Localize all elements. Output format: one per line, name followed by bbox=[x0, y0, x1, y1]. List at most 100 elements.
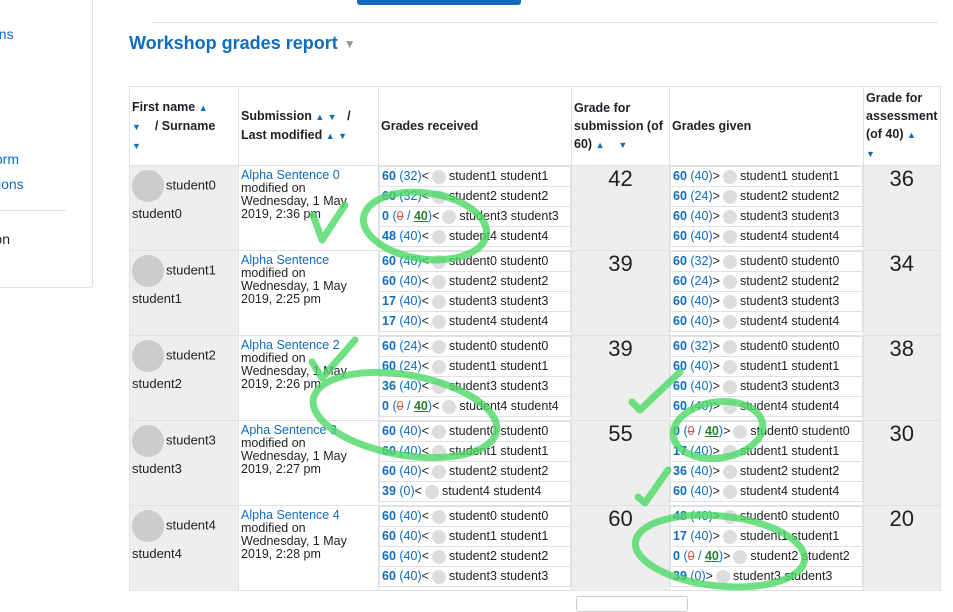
reviewer-name[interactable]: student3 student3 bbox=[449, 569, 548, 583]
reviewer-name[interactable]: student3 student3 bbox=[733, 569, 832, 583]
nav-item[interactable]: sions bbox=[0, 176, 92, 192]
reviewer-name[interactable]: student0 student0 bbox=[740, 339, 839, 353]
grade-value[interactable]: 0 bbox=[382, 399, 389, 413]
sort-desc-icon[interactable]: ▼ bbox=[132, 141, 141, 151]
reviewer-name[interactable]: student4 student4 bbox=[459, 399, 558, 413]
sort-desc-icon[interactable]: ▼ bbox=[338, 131, 347, 141]
grade-value[interactable]: 17 bbox=[382, 314, 396, 328]
reviewer-name[interactable]: student1 student1 bbox=[449, 444, 548, 458]
grade-value[interactable]: 60 bbox=[673, 189, 687, 203]
reviewer-name[interactable]: student2 student2 bbox=[750, 549, 849, 563]
reviewer-name[interactable]: student2 student2 bbox=[449, 189, 548, 203]
first-name[interactable]: student0 bbox=[166, 177, 216, 192]
last-name[interactable]: student2 bbox=[132, 376, 236, 391]
sort-asc-icon[interactable]: ▲ bbox=[596, 140, 605, 150]
avatar[interactable] bbox=[132, 510, 164, 542]
sort-first-name-link[interactable]: First name bbox=[132, 100, 195, 114]
reviewer-name[interactable]: student0 student0 bbox=[449, 254, 548, 268]
reviewer-name[interactable]: student2 student2 bbox=[740, 274, 839, 288]
reviewer-name[interactable]: student1 student1 bbox=[449, 169, 548, 183]
reviewer-name[interactable]: student1 student1 bbox=[449, 359, 548, 373]
sort-asc-icon[interactable]: ▲ bbox=[315, 112, 324, 122]
sort-grade-assessment-link[interactable]: Grade for assessment (of 40) bbox=[866, 91, 938, 141]
grade-value[interactable]: 60 bbox=[382, 339, 396, 353]
reviewer-name[interactable]: student0 student0 bbox=[740, 509, 839, 523]
grade-value[interactable]: 60 bbox=[382, 509, 396, 523]
avatar[interactable] bbox=[132, 340, 164, 372]
grade-value[interactable]: 60 bbox=[382, 464, 396, 478]
sort-desc-icon[interactable]: ▼ bbox=[618, 140, 627, 150]
nav-item[interactable]: ons bbox=[0, 26, 92, 42]
grade-value[interactable]: 60 bbox=[673, 359, 687, 373]
sort-desc-icon[interactable]: ▼ bbox=[132, 122, 141, 132]
overridden-grade[interactable]: 40 bbox=[705, 549, 719, 563]
reviewer-name[interactable]: student2 student2 bbox=[449, 274, 548, 288]
reviewer-name[interactable]: student3 student3 bbox=[459, 209, 558, 223]
first-name[interactable]: student3 bbox=[166, 432, 216, 447]
grade-value[interactable]: 60 bbox=[673, 294, 687, 308]
grade-value[interactable]: 60 bbox=[673, 314, 687, 328]
top-action-button[interactable] bbox=[357, 0, 521, 5]
grade-value[interactable]: 60 bbox=[382, 529, 396, 543]
reviewer-name[interactable]: student2 student2 bbox=[740, 464, 839, 478]
avatar[interactable] bbox=[132, 170, 164, 202]
overridden-grade[interactable]: 40 bbox=[705, 424, 719, 438]
chevron-down-icon[interactable]: ▼ bbox=[344, 37, 356, 51]
first-name[interactable]: student4 bbox=[166, 517, 216, 532]
submission-link[interactable]: Alpha Sentence 2 bbox=[241, 338, 340, 352]
reviewer-name[interactable]: student4 student4 bbox=[740, 229, 839, 243]
sort-asc-icon[interactable]: ▲ bbox=[326, 131, 335, 141]
last-name[interactable]: student1 bbox=[132, 291, 236, 306]
sort-last-modified-link[interactable]: Last modified bbox=[241, 128, 322, 142]
grade-value[interactable]: 60 bbox=[673, 484, 687, 498]
grade-value[interactable]: 39 bbox=[673, 569, 687, 583]
first-name[interactable]: student1 bbox=[166, 262, 216, 277]
reviewer-name[interactable]: student2 student2 bbox=[740, 189, 839, 203]
grade-value[interactable]: 60 bbox=[382, 189, 396, 203]
submission-link[interactable]: Alpha Sentence bbox=[241, 253, 329, 267]
grade-value[interactable]: 48 bbox=[382, 229, 396, 243]
grade-value[interactable]: 36 bbox=[673, 464, 687, 478]
grade-value[interactable]: 60 bbox=[673, 254, 687, 268]
first-name[interactable]: student2 bbox=[166, 347, 216, 362]
avatar[interactable] bbox=[132, 425, 164, 457]
grade-value[interactable]: 36 bbox=[382, 379, 396, 393]
reviewer-name[interactable]: student3 student3 bbox=[740, 209, 839, 223]
grade-value[interactable]: 39 bbox=[382, 484, 396, 498]
grade-value[interactable]: 60 bbox=[382, 274, 396, 288]
grade-value[interactable]: 0 bbox=[382, 209, 389, 223]
grade-value[interactable]: 0 bbox=[673, 549, 680, 563]
grade-value[interactable]: 60 bbox=[673, 379, 687, 393]
grade-value[interactable]: 60 bbox=[673, 229, 687, 243]
last-name[interactable]: student0 bbox=[132, 206, 236, 221]
grade-value[interactable]: 48 bbox=[673, 509, 687, 523]
reviewer-name[interactable]: student0 student0 bbox=[750, 424, 849, 438]
grade-value[interactable]: 17 bbox=[673, 444, 687, 458]
bottom-control[interactable] bbox=[576, 596, 688, 612]
grade-value[interactable]: 60 bbox=[382, 359, 396, 373]
reviewer-name[interactable]: student0 student0 bbox=[449, 509, 548, 523]
reviewer-name[interactable]: student4 student4 bbox=[442, 484, 541, 498]
grade-value[interactable]: 60 bbox=[382, 569, 396, 583]
overridden-grade[interactable]: 40 bbox=[414, 399, 428, 413]
reviewer-name[interactable]: student3 student3 bbox=[740, 379, 839, 393]
reviewer-name[interactable]: student0 student0 bbox=[449, 339, 548, 353]
grade-value[interactable]: 17 bbox=[673, 529, 687, 543]
sort-desc-icon[interactable]: ▼ bbox=[328, 112, 337, 122]
avatar[interactable] bbox=[132, 255, 164, 287]
reviewer-name[interactable]: student4 student4 bbox=[740, 484, 839, 498]
last-name[interactable]: student4 bbox=[132, 546, 236, 561]
reviewer-name[interactable]: student3 student3 bbox=[740, 294, 839, 308]
submission-link[interactable]: Alpha Sentence 4 bbox=[241, 508, 340, 522]
report-title[interactable]: Workshop grades report ▼ bbox=[129, 33, 356, 54]
overridden-grade[interactable]: 40 bbox=[414, 209, 428, 223]
grade-value[interactable]: 60 bbox=[673, 209, 687, 223]
last-name[interactable]: student3 bbox=[132, 461, 236, 476]
grade-value[interactable]: 60 bbox=[673, 399, 687, 413]
submission-link[interactable]: Alpha Sentence 0 bbox=[241, 168, 340, 182]
reviewer-name[interactable]: student2 student2 bbox=[449, 549, 548, 563]
sort-surname-link[interactable]: / Surname bbox=[155, 119, 215, 133]
reviewer-name[interactable]: student3 student3 bbox=[449, 379, 548, 393]
grade-value[interactable]: 60 bbox=[382, 169, 396, 183]
nav-item[interactable]: form bbox=[0, 151, 92, 167]
